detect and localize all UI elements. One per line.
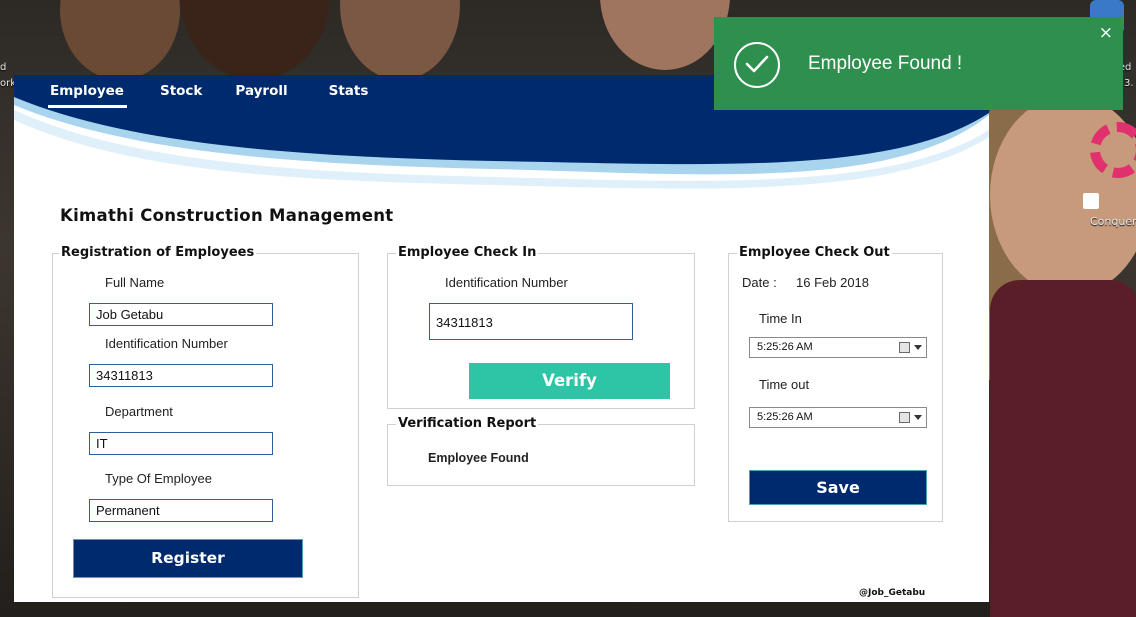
full-name-input[interactable]: Job Getabu: [89, 303, 273, 326]
full-name-label: Full Name: [105, 275, 165, 290]
department-label: Department: [105, 404, 173, 419]
background-photo-person: [60, 0, 180, 80]
background-photo-person: [180, 0, 330, 80]
chevron-down-icon[interactable]: [914, 415, 922, 420]
id-number-input[interactable]: 34311813: [89, 364, 273, 387]
date-value: 16 Feb 2018: [796, 275, 870, 290]
app-window: Employee Stock Payroll Stats Kimathi Con…: [14, 75, 989, 602]
verification-report-group: Verification Report Employee Found: [387, 416, 695, 486]
toast-message: Employee Found !: [808, 53, 963, 74]
author-credit: @Job_Getabu: [859, 588, 926, 598]
time-out-value: 5:25:26 AM: [757, 411, 813, 423]
desktop-icon-label[interactable]: d: [0, 62, 6, 73]
check-in-id-input[interactable]: 34311813: [429, 303, 633, 340]
calendar-icon[interactable]: [899, 342, 910, 353]
registration-title: Registration of Employees: [59, 245, 257, 260]
tab-payroll[interactable]: Payroll: [235, 83, 287, 108]
employee-type-input[interactable]: Permanent: [89, 499, 273, 522]
time-in-label: Time In: [759, 311, 802, 326]
time-in-picker[interactable]: 5:25:26 AM: [749, 337, 927, 358]
check-in-id-label: Identification Number: [445, 275, 568, 290]
toast-notification: Employee Found ! ×: [714, 17, 1123, 110]
tab-stock[interactable]: Stock: [160, 83, 202, 108]
check-out-title: Employee Check Out: [737, 245, 892, 260]
tab-employee[interactable]: Employee: [48, 83, 127, 108]
time-out-label: Time out: [759, 377, 810, 392]
background-photo-person: [340, 0, 460, 80]
verify-button[interactable]: Verify: [469, 363, 670, 399]
verification-report-title: Verification Report: [396, 416, 539, 431]
chevron-down-icon[interactable]: [914, 345, 922, 350]
save-button[interactable]: Save: [749, 470, 927, 505]
page-title: Kimathi Construction Management: [60, 206, 394, 225]
background-photo-person: [600, 0, 730, 70]
check-circle-icon: [734, 42, 780, 88]
registration-group: Registration of Employees Full Name Job …: [52, 245, 359, 598]
check-out-group: Employee Check Out Date : 16 Feb 2018 Ti…: [728, 245, 943, 522]
main-tabs: Employee Stock Payroll Stats: [48, 83, 401, 108]
calendar-icon[interactable]: [899, 412, 910, 423]
time-in-value: 5:25:26 AM: [757, 341, 813, 353]
desktop-icon-label[interactable]: 3.: [1124, 78, 1134, 89]
close-icon[interactable]: ×: [1099, 23, 1113, 43]
date-label: Date :: [742, 275, 777, 290]
shortcut-arrow-icon: [1083, 193, 1099, 209]
check-icon: [745, 55, 769, 73]
time-out-picker[interactable]: 5:25:26 AM: [749, 407, 927, 428]
tab-stats[interactable]: Stats: [329, 83, 369, 108]
desktop-icon-label[interactable]: Conquer: [1090, 215, 1136, 228]
register-button[interactable]: Register: [73, 539, 303, 578]
check-in-title: Employee Check In: [396, 245, 539, 260]
verification-result: Employee Found: [428, 451, 529, 465]
department-input[interactable]: IT: [89, 432, 273, 455]
id-number-label: Identification Number: [105, 336, 228, 351]
check-in-group: Employee Check In Identification Number …: [387, 245, 695, 409]
background-photo-dress: [990, 280, 1136, 617]
employee-type-label: Type Of Employee: [105, 471, 212, 486]
